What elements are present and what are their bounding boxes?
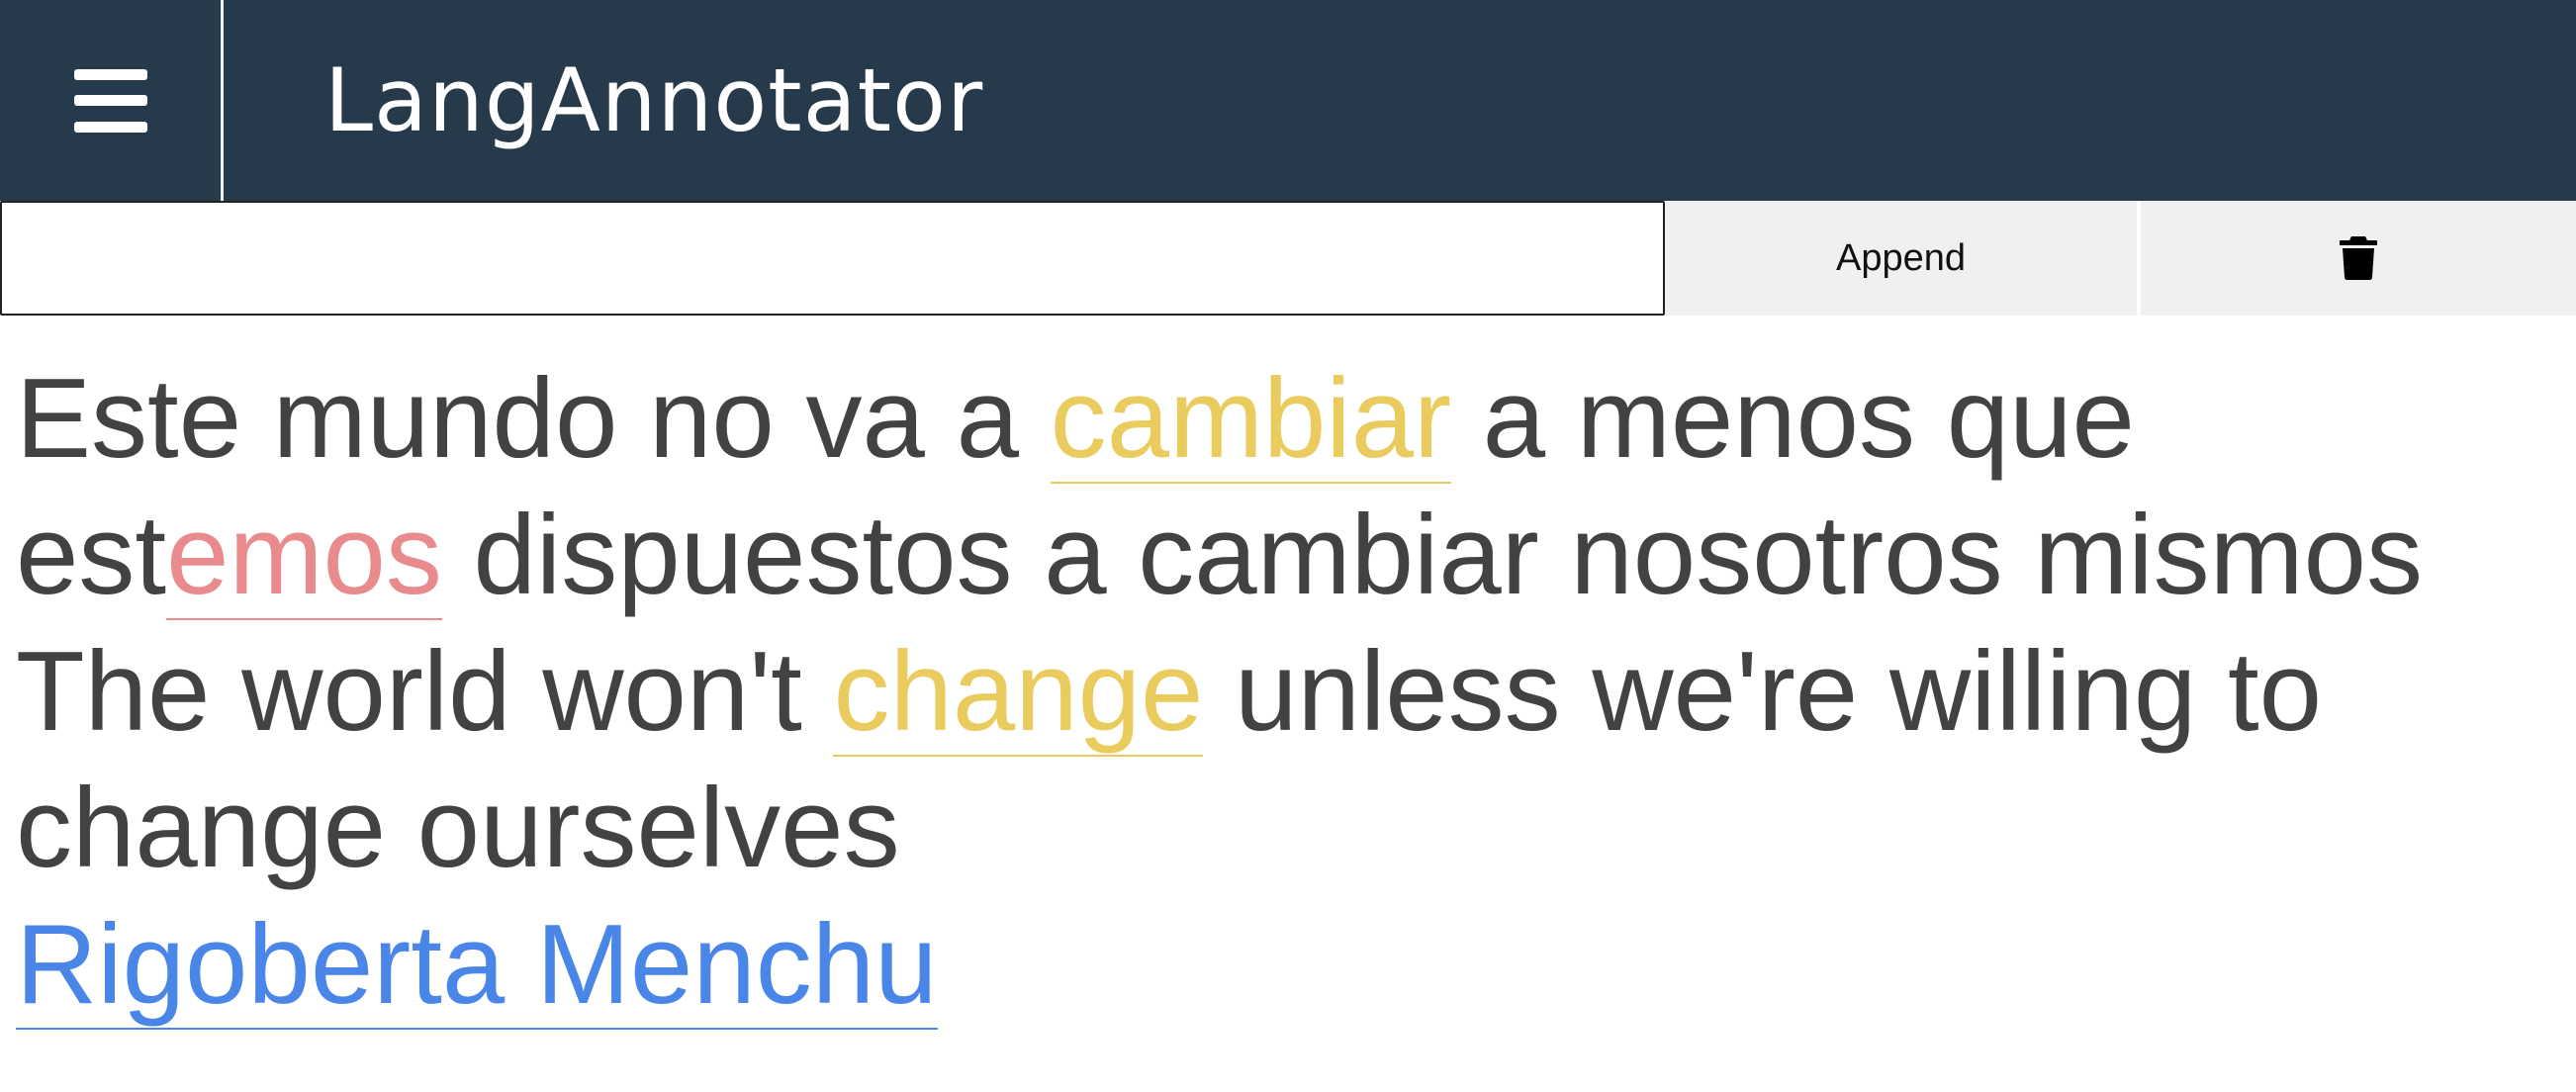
annotated-suffix[interactable]: emos xyxy=(166,493,442,620)
text-line: change ourselves xyxy=(16,761,2568,897)
menu-button[interactable] xyxy=(0,0,224,201)
text-segment: Este mundo no va a xyxy=(16,356,1051,482)
text-line: Este mundo no va a cambiar a menos que xyxy=(16,351,2568,488)
author-link[interactable]: Rigoberta Menchu xyxy=(16,902,938,1030)
author-line: Rigoberta Menchu xyxy=(16,897,2568,1034)
text-segment: dispuestos a cambiar nosotros mismos xyxy=(441,493,2423,618)
append-button[interactable]: Append xyxy=(1665,201,2141,316)
text-segment: change ourselves xyxy=(16,766,900,891)
trash-icon xyxy=(2340,236,2377,280)
text-segment: est xyxy=(16,493,167,618)
text-line: The world won't change unless we're will… xyxy=(16,624,2568,761)
annotation-toolbar: Append xyxy=(0,201,2576,316)
text-line: estemos dispuestos a cambiar nosotros mi… xyxy=(16,488,2568,624)
text-segment: The world won't xyxy=(16,629,834,755)
app-title: LangAnnotator xyxy=(324,49,984,151)
append-button-label: Append xyxy=(1835,236,1966,279)
annotated-text: Este mundo no va a cambiar a menos que e… xyxy=(16,351,2568,1034)
delete-button[interactable] xyxy=(2141,201,2576,316)
annotated-word[interactable]: cambiar xyxy=(1050,356,1452,484)
text-segment: a menos que xyxy=(1451,356,2135,482)
annotated-word[interactable]: change xyxy=(833,629,1204,757)
text-segment: unless we're willing to xyxy=(1203,629,2323,755)
hamburger-menu-icon xyxy=(73,68,147,133)
app-header: LangAnnotator xyxy=(0,0,2576,201)
text-input[interactable] xyxy=(0,201,1665,316)
